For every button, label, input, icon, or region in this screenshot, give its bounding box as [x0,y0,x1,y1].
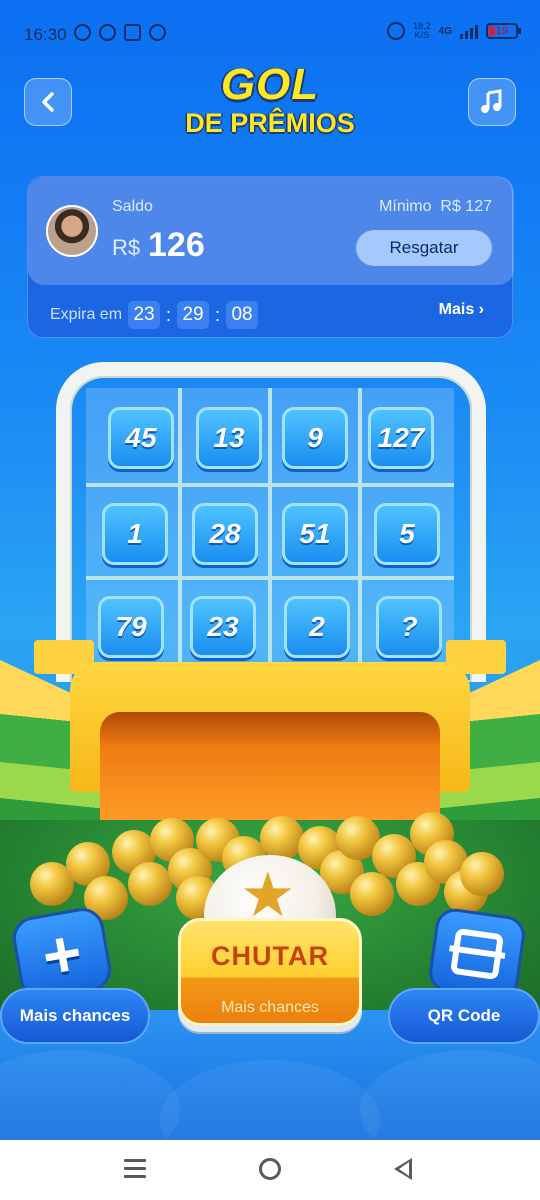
alarm-icon [387,22,406,40]
grid-cell: 45 [108,407,174,469]
chevron-left-icon [42,92,54,112]
minimum-label: Mínimo [379,198,432,215]
music-button[interactable] [468,78,516,126]
grid-cell: 1 [102,503,168,565]
kick-label: CHUTAR [211,941,329,971]
timer-hours: 23 [128,301,161,329]
gmail-icon [124,24,141,41]
grid-cell: 127 [368,407,434,469]
app-notification-icon [149,24,166,41]
grid-cell: 9 [282,407,348,469]
game-logo: GOL DE PRÊMIOS [170,60,370,139]
minimum-withdraw: Mínimo R$ 127 [379,198,492,216]
grid-cell: 51 [282,503,348,565]
kick-subtitle: Mais chances [221,999,319,1016]
system-nav-bar [0,1140,540,1200]
balance-card: Saldo R$ 126 Mínimo R$ 127 Resgatar Expi… [27,176,514,338]
qr-code-button[interactable]: QR Code [388,988,540,1044]
grid-cell: ? [376,596,442,658]
balance-label: Saldo [112,198,153,215]
kick-button[interactable]: CHUTAR Mais chances [178,918,362,1026]
number-grid: 45 13 9 127 1 28 51 5 79 23 2 ? [92,393,452,669]
plus-icon: + [36,914,88,994]
grid-cell: 13 [196,407,262,469]
recent-apps-icon[interactable] [124,1159,146,1178]
whatsapp-icon [74,24,91,41]
back-triangle-icon[interactable] [394,1158,412,1180]
speed-unit: K/S [414,30,430,40]
qr-scan-icon [450,927,504,981]
network-type: 4G [438,25,452,37]
more-link[interactable]: Mais › [439,301,484,319]
home-icon[interactable] [259,1158,281,1180]
grid-cell: 79 [98,596,164,658]
expires-label: Expira em [50,306,123,323]
launcher-ramp [100,712,440,832]
music-note-icon [481,89,502,113]
timer-minutes: 29 [177,301,210,329]
grid-cell: 5 [374,503,440,565]
notification-icons [74,24,166,41]
chat-bubble-icon [99,24,116,41]
game-screen: 16:30 18,2 K/S 4G 19 GOL DE PRÊMIOS Sald… [0,0,540,1140]
grid-cell: 2 [284,596,350,658]
redeem-button[interactable]: Resgatar [356,230,492,266]
timer-seconds: 08 [226,301,259,329]
balance-amount: 126 [148,226,205,264]
minimum-value: R$ 127 [440,198,492,215]
avatar [46,205,98,257]
network-speed: 18,2 K/S [413,22,431,40]
logo-line1: GOL [220,60,320,109]
logo-line2: DE PRÊMIOS [185,108,355,138]
balance-card-top: Saldo R$ 126 Mínimo R$ 127 Resgatar [28,177,514,285]
status-time: 16:30 [24,25,67,44]
status-right: 18,2 K/S 4G 19 [387,22,521,40]
balance-currency: R$ [112,235,141,260]
more-chances-button[interactable]: Mais chances [0,988,150,1044]
grid-cell: 28 [192,503,258,565]
signal-icon [460,23,478,39]
battery-icon: 19 [486,23,521,39]
battery-level: 19 [495,25,509,37]
expiry-timer: Expira em 23 : 29 : 08 [50,301,259,329]
back-button[interactable] [24,78,72,126]
grid-cell: 23 [190,596,256,658]
